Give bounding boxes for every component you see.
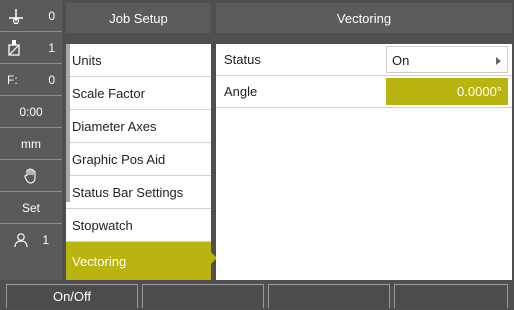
set-value: Set [21,200,40,215]
user-status[interactable]: 1 [0,224,62,255]
set-status[interactable]: Set [0,192,62,224]
vectoring-panel: Status On Angle 0.0000° [216,44,512,280]
status-select[interactable]: On [386,46,508,73]
softkey-bar: On/Off [0,282,514,310]
feedrate-status[interactable]: F: 0 [0,64,62,96]
menu-item-status-bar-settings[interactable]: Status Bar Settings [66,176,211,209]
menu-item-vectoring[interactable]: Vectoring [66,242,217,280]
units-value: mm [21,136,41,151]
chevron-right-icon [496,57,501,65]
datum-icon [7,7,25,25]
tool-value: 1 [48,40,55,55]
manual-mode-status[interactable] [0,160,62,192]
softkey-3[interactable] [268,284,390,308]
user-icon [13,232,29,248]
stopwatch-value: 0:00 [19,104,43,119]
angle-label: Angle [224,84,258,99]
status-value: On [392,53,410,68]
status-bar: 0 1 F: 0 0:00 mm Set 1 [0,0,62,280]
datum-status[interactable]: 0 [0,0,62,32]
menu-title: Job Setup [66,3,211,33]
status-label: Status [224,52,261,67]
softkey-2[interactable] [142,284,264,308]
stopwatch-status[interactable]: 0:00 [0,96,62,128]
tool-status[interactable]: 1 [0,32,62,64]
job-setup-menu: Units Scale Factor Diameter Axes Graphic… [66,44,217,280]
angle-input[interactable]: 0.0000° [386,78,508,105]
menu-item-scale-factor[interactable]: Scale Factor [66,77,211,110]
units-status[interactable]: mm [0,128,62,160]
tool-icon [7,39,21,57]
menu-item-graphic-pos-aid[interactable]: Graphic Pos Aid [66,143,211,176]
menu-item-units[interactable]: Units [66,44,211,77]
angle-row: Angle 0.0000° [216,76,512,108]
feedrate-label: F: [7,72,18,87]
user-value: 1 [42,232,49,247]
menu-item-diameter-axes[interactable]: Diameter Axes [66,110,211,143]
feedrate-value: 0 [48,72,55,87]
softkey-4[interactable] [394,284,508,308]
menu-scrollbar[interactable] [66,44,70,202]
softkey-on-off[interactable]: On/Off [6,284,138,308]
hand-icon [22,167,40,185]
status-row: Status On [216,44,512,76]
menu-item-stopwatch[interactable]: Stopwatch [66,209,211,242]
datum-value: 0 [48,8,55,23]
panel-title: Vectoring [216,3,512,33]
